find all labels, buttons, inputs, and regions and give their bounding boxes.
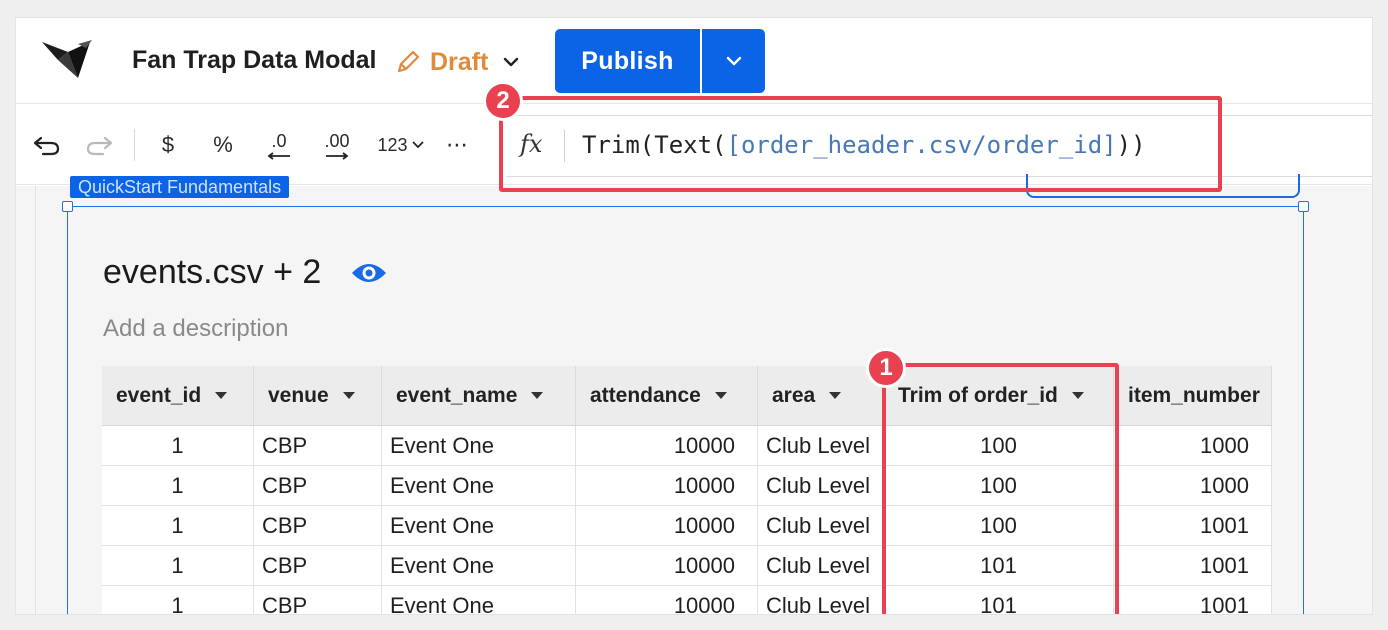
table-cell[interactable]: CBP: [254, 586, 382, 614]
caret-down-icon[interactable]: [342, 392, 355, 399]
toolbar-divider: [134, 129, 135, 161]
table-cell[interactable]: CBP: [254, 506, 382, 546]
table-cell[interactable]: 10000: [576, 506, 758, 546]
annotation-badge-1: 1: [866, 348, 906, 388]
eye-icon[interactable]: [350, 259, 388, 287]
annotation-box-column: [882, 363, 1119, 614]
caret-down-icon[interactable]: [829, 392, 842, 399]
table-cell[interactable]: 1001: [1114, 586, 1272, 614]
description-placeholder[interactable]: Add a description: [103, 315, 288, 343]
chevron-down-icon: [726, 56, 741, 66]
table-cell[interactable]: 10000: [576, 586, 758, 614]
table-cell[interactable]: 10000: [576, 546, 758, 586]
top-bar: Fan Trap Data Modal Draft Publish: [16, 18, 1372, 104]
column-header-label: area: [772, 383, 816, 407]
arrow-left-icon: [267, 151, 290, 160]
workbook-canvas: events.csv + 2 Add a description event_i…: [16, 174, 1372, 614]
currency-format-button[interactable]: $: [154, 127, 182, 163]
more-options-button[interactable]: ⋯: [440, 127, 474, 163]
table-cell[interactable]: 1001: [1114, 546, 1272, 586]
column-header[interactable]: area: [758, 366, 884, 426]
column-header[interactable]: event_name: [382, 366, 576, 426]
decrease-decimals-label: .0: [271, 130, 287, 151]
app-window: Fan Trap Data Modal Draft Publish $ % .0…: [16, 18, 1372, 614]
resize-handle[interactable]: [1298, 201, 1309, 212]
column-header-label: event_name: [396, 383, 518, 407]
column-header-label: item_number: [1128, 383, 1260, 407]
table-cell[interactable]: Event One: [382, 466, 576, 506]
table-cell[interactable]: Club Level: [758, 586, 884, 614]
table-cell[interactable]: Event One: [382, 586, 576, 614]
number-format-dropdown[interactable]: 123: [374, 127, 428, 163]
annotation-badge-2: 2: [483, 81, 523, 121]
draft-status-menu[interactable]: Draft: [394, 44, 522, 80]
annotation-box-formula: [499, 96, 1222, 192]
column-header[interactable]: venue: [254, 366, 382, 426]
table-cell[interactable]: CBP: [254, 546, 382, 586]
table-cell[interactable]: 1: [102, 426, 254, 466]
number-format-label: 123: [377, 134, 408, 155]
table-cell[interactable]: 1: [102, 546, 254, 586]
column-header-label: attendance: [590, 383, 701, 407]
publish-button[interactable]: Publish: [555, 29, 700, 93]
table-cell[interactable]: Event One: [382, 426, 576, 466]
column-header[interactable]: event_id: [102, 366, 254, 426]
vertical-ruler: [16, 186, 36, 614]
column-header[interactable]: item_number: [1114, 366, 1272, 426]
table-cell[interactable]: 1: [102, 586, 254, 614]
publish-options-button[interactable]: [702, 29, 765, 93]
chevron-down-icon: [504, 57, 519, 67]
table-cell[interactable]: 1: [102, 466, 254, 506]
document-title[interactable]: Fan Trap Data Modal: [132, 46, 376, 75]
table-cell[interactable]: Club Level: [758, 426, 884, 466]
caret-down-icon[interactable]: [714, 392, 727, 399]
redo-button[interactable]: [82, 127, 118, 163]
sigma-logo-icon[interactable]: [38, 38, 94, 84]
column-header[interactable]: attendance: [576, 366, 758, 426]
arrow-right-icon: [326, 151, 349, 160]
table-cell[interactable]: 1000: [1114, 426, 1272, 466]
table-cell[interactable]: 1001: [1114, 506, 1272, 546]
resize-handle[interactable]: [62, 201, 73, 212]
table-cell[interactable]: CBP: [254, 426, 382, 466]
column-header-label: venue: [268, 383, 329, 407]
table-cell[interactable]: Event One: [382, 546, 576, 586]
increase-decimals-button[interactable]: .00: [318, 127, 356, 163]
table-cell[interactable]: Event One: [382, 506, 576, 546]
table-cell[interactable]: Club Level: [758, 466, 884, 506]
redo-icon: [86, 136, 113, 156]
draft-status-label: Draft: [430, 47, 489, 76]
table-cell[interactable]: 10000: [576, 466, 758, 506]
table-cell[interactable]: Club Level: [758, 506, 884, 546]
increase-decimals-label: .00: [324, 130, 350, 151]
caret-down-icon[interactable]: [531, 392, 544, 399]
percent-format-button[interactable]: %: [206, 127, 240, 163]
table-cell[interactable]: 1: [102, 506, 254, 546]
page-tab-label[interactable]: QuickStart Fundamentals: [70, 176, 290, 198]
decrease-decimals-button[interactable]: .0: [262, 127, 296, 163]
undo-button[interactable]: [28, 127, 64, 163]
table-cell[interactable]: 1000: [1114, 466, 1272, 506]
chevron-down-icon: [411, 141, 424, 149]
element-title[interactable]: events.csv + 2: [103, 253, 321, 292]
pencil-icon: [397, 50, 420, 73]
undo-icon: [33, 136, 60, 156]
table-cell[interactable]: CBP: [254, 466, 382, 506]
column-header-label: event_id: [116, 383, 202, 407]
table-cell[interactable]: 10000: [576, 426, 758, 466]
caret-down-icon[interactable]: [215, 392, 228, 399]
table-cell[interactable]: Club Level: [758, 546, 884, 586]
